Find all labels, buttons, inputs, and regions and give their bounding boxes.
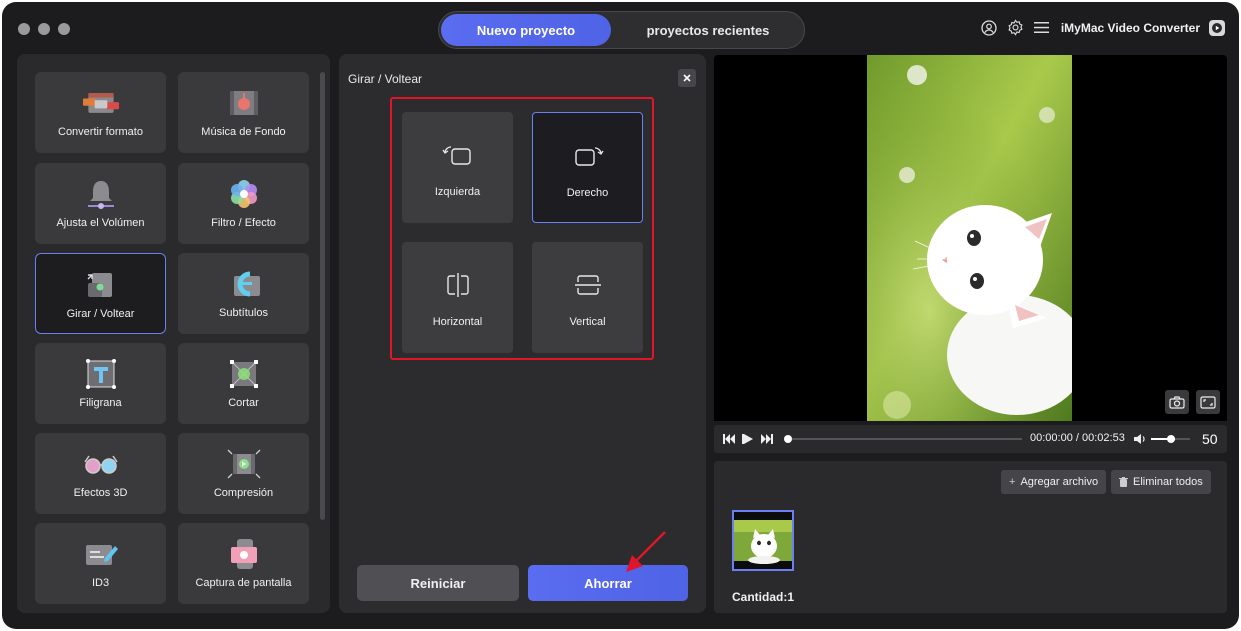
camera-icon xyxy=(1169,395,1185,409)
top-right-toolbar: iMyMac Video Converter xyxy=(981,19,1225,36)
tab-new-project[interactable]: Nuevo proyecto xyxy=(441,14,611,46)
account-icon[interactable] xyxy=(981,19,998,36)
watermark-icon xyxy=(83,357,119,391)
tool-background-music[interactable]: Música de Fondo xyxy=(178,72,309,153)
crop-icon xyxy=(226,357,262,391)
tool-compression[interactable]: Compresión xyxy=(178,433,309,514)
convert-format-icon xyxy=(82,86,119,120)
skip-forward-icon[interactable] xyxy=(760,432,774,446)
player-controls: 00:00:00 / 00:02:53 50 xyxy=(714,425,1227,453)
video-thumbnail[interactable] xyxy=(732,510,794,571)
option-label: Izquierda xyxy=(434,186,481,198)
option-label: Horizontal xyxy=(432,316,483,328)
tool-label: Efectos 3D xyxy=(73,487,128,499)
volume-value: 50 xyxy=(1202,431,1218,447)
progress-handle[interactable] xyxy=(784,435,792,443)
compression-icon xyxy=(226,447,262,481)
tab-recent-projects[interactable]: proyectos recientes xyxy=(615,14,801,46)
filter-effect-icon xyxy=(226,177,262,211)
option-label: Derecho xyxy=(566,187,609,199)
rotate-right-icon xyxy=(572,143,604,169)
subtitles-icon xyxy=(226,267,262,301)
flip-vertical-icon xyxy=(572,272,604,298)
option-label: Vertical xyxy=(569,316,606,328)
tool-label: Ajusta el Volúmen xyxy=(56,217,145,229)
tool-subtitles[interactable]: Subtítulos xyxy=(178,253,309,334)
volume-track-rest[interactable] xyxy=(1175,438,1190,440)
rotate-flip-panel: Girar / Voltear Izquierda Derecho Horizo… xyxy=(339,54,706,613)
tools-panel: Convertir formato Música de Fondo Ajusta… xyxy=(17,54,330,613)
background-music-icon xyxy=(226,86,262,120)
panel-title: Girar / Voltear xyxy=(348,72,423,86)
flip-horizontal-button[interactable]: Horizontal xyxy=(402,242,513,353)
zoom-window-button[interactable] xyxy=(58,23,70,35)
remove-all-label: Eliminar todos xyxy=(1133,476,1203,488)
tool-label: Girar / Voltear xyxy=(66,308,135,320)
progress-track[interactable] xyxy=(789,438,1022,440)
screen-capture-icon xyxy=(226,537,262,571)
settings-gear-icon[interactable] xyxy=(1007,19,1024,36)
fullscreen-icon xyxy=(1200,395,1216,409)
tool-label: ID3 xyxy=(91,577,110,589)
tool-3d-effects[interactable]: Efectos 3D xyxy=(35,433,166,514)
tool-id3[interactable]: ID3 xyxy=(35,523,166,604)
plus-icon: + xyxy=(1009,476,1016,488)
tool-label: Música de Fondo xyxy=(201,126,286,138)
tool-label: Subtítulos xyxy=(219,307,268,319)
3d-glasses-icon xyxy=(83,447,119,481)
project-tabs: Nuevo proyecto proyectos recientes xyxy=(438,11,805,49)
rotate-flip-icon xyxy=(83,268,119,302)
tool-filter-effect[interactable]: Filtro / Efecto xyxy=(178,163,309,244)
tool-label: Captura de pantalla xyxy=(195,577,292,589)
preview-frame-image xyxy=(867,55,1072,421)
volume-handle[interactable] xyxy=(1167,435,1175,443)
tool-volume[interactable]: Ajusta el Volúmen xyxy=(35,163,166,244)
tool-convert-format[interactable]: Convertir formato xyxy=(35,72,166,153)
play-icon[interactable] xyxy=(741,432,755,446)
window-controls xyxy=(18,23,70,35)
pointer-arrow-icon xyxy=(626,531,666,572)
remove-all-button[interactable]: Eliminar todos xyxy=(1111,470,1211,494)
add-file-label: Agregar archivo xyxy=(1020,476,1099,488)
fullscreen-button[interactable] xyxy=(1196,390,1220,414)
close-icon xyxy=(683,74,691,82)
rotate-left-icon xyxy=(441,142,474,168)
tool-watermark[interactable]: Filigrana xyxy=(35,343,166,424)
id3-tag-icon xyxy=(83,537,119,571)
tool-label: Filtro / Efecto xyxy=(211,217,276,229)
add-file-button[interactable]: + Agregar archivo xyxy=(1001,470,1107,494)
file-list-area: + Agregar archivo Eliminar todos Cantida… xyxy=(714,461,1227,613)
minimize-window-button[interactable] xyxy=(38,23,50,35)
trash-icon xyxy=(1119,477,1128,487)
rotate-left-button[interactable]: Izquierda xyxy=(402,112,513,223)
tool-label: Convertir formato xyxy=(58,126,143,138)
app-logo-icon xyxy=(1209,19,1225,36)
close-window-button[interactable] xyxy=(18,23,30,35)
flip-horizontal-icon xyxy=(442,272,474,298)
snapshot-button[interactable] xyxy=(1165,390,1189,414)
file-quantity: Cantidad:1 xyxy=(732,590,795,604)
app-window: Nuevo proyecto proyectos recientes iMyMa… xyxy=(2,2,1239,629)
tool-label: Compresión xyxy=(213,487,274,499)
flip-vertical-button[interactable]: Vertical xyxy=(532,242,643,353)
tool-crop[interactable]: Cortar xyxy=(178,343,309,424)
app-name: iMyMac Video Converter xyxy=(1060,20,1200,35)
tool-label: Cortar xyxy=(228,397,259,409)
tool-rotate-flip[interactable]: Girar / Voltear xyxy=(35,253,166,334)
volume-adjust-icon xyxy=(83,177,119,211)
time-display: 00:00:00 / 00:02:53 xyxy=(1030,432,1125,444)
reset-button[interactable]: Reiniciar xyxy=(357,565,519,601)
volume-icon[interactable] xyxy=(1132,432,1146,446)
tool-screen-capture[interactable]: Captura de pantalla xyxy=(178,523,309,604)
tool-label: Filigrana xyxy=(79,397,122,409)
video-preview xyxy=(714,55,1227,421)
tools-scrollbar[interactable] xyxy=(320,72,325,520)
rotate-right-button[interactable]: Derecho xyxy=(532,112,643,223)
skip-back-icon[interactable] xyxy=(722,432,736,446)
menu-icon[interactable] xyxy=(1033,19,1050,36)
panel-close-button[interactable] xyxy=(678,69,696,87)
